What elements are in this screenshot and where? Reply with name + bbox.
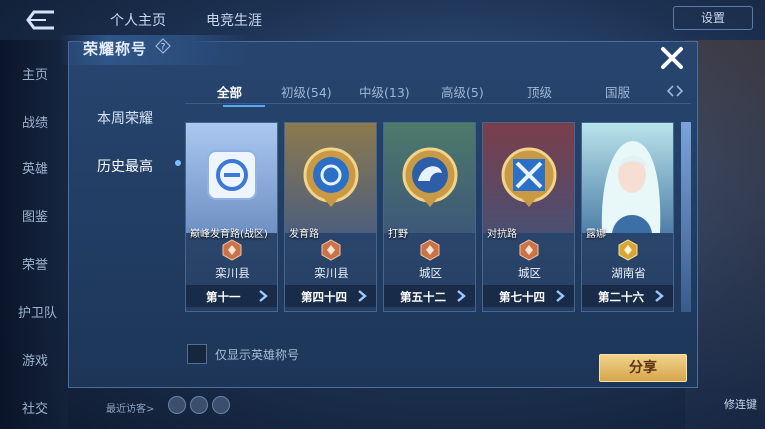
card-rank-row: 第十一 [186,285,277,307]
card-title: 对抗路 [487,229,517,240]
card-region: 栾川县 [215,266,250,280]
tab-intermediate[interactable]: 中级(13) [359,82,410,101]
card-rank-row: 第七十四 [483,285,574,307]
tab-senior[interactable]: 高级(5) [441,82,484,101]
hero-portrait-luna [582,123,673,233]
bg-tab-esports[interactable]: 电竞生涯 [206,10,262,30]
visitor-avatar-icon[interactable] [190,396,208,414]
tier-emblem-icon [321,239,341,261]
nav-item-guard[interactable]: 护卫队 [18,302,57,321]
card-rank-row: 第五十二 [384,285,475,307]
card-title: 露娜 [586,229,606,240]
tier-emblem-icon [222,239,242,261]
bg-tab-profile[interactable]: 个人主页 [110,10,166,30]
nav-item-games[interactable]: 游戏 [22,350,48,369]
card-rank: 第十一 [206,290,241,304]
card-rank: 第五十二 [400,290,446,304]
card-title: 巅峰发育路(战区) [190,229,268,240]
card-rank-row: 第四十四 [285,285,376,307]
marksman-lane-icon [285,123,376,233]
card-region: 城区 [518,266,541,280]
settings-button[interactable]: 设置 [673,6,753,30]
jungle-dragon-icon [384,123,475,233]
sidebar-item-history-best[interactable]: 历史最高 [97,156,153,176]
recent-visitors-link[interactable]: 最近访客> [106,400,154,415]
tier-emblem-icon [618,239,638,261]
tab-all[interactable]: 全部 [217,82,242,101]
sidebar-item-this-week[interactable]: 本周荣耀 [97,108,153,128]
peak-lane-icon [186,123,277,233]
honor-card[interactable]: 露娜 湖南省 第二十六 [581,122,674,312]
honor-card[interactable]: 巅峰发育路(战区) 栾川县 第十一 [185,122,278,312]
card-rank: 第二十六 [598,290,644,304]
chevron-right-icon[interactable] [258,290,268,302]
honor-card[interactable]: 对抗路 城区 第七十四 [482,122,575,312]
back-arrow-icon[interactable] [24,8,60,32]
chevron-right-icon[interactable] [456,290,466,302]
clash-lane-icon [483,123,574,233]
bg-right-label: 修连键 [724,398,757,411]
card-region: 城区 [419,266,442,280]
card-region: 湖南省 [611,266,646,280]
honor-titles-dialog: 荣耀称号 ? 本周荣耀 历史最高 全部 初级(54) 中级(13) 高级(5) … [59,35,698,388]
hero-title-checkbox[interactable] [187,344,207,364]
next-card-peek[interactable] [681,122,691,312]
card-title: 发育路 [289,229,319,240]
dialog-title-bar: 荣耀称号 ? [59,35,249,65]
nav-item-records[interactable]: 战绩 [22,112,48,131]
nav-item-honor[interactable]: 荣誉 [22,254,48,273]
filter-label: 仅显示英雄称号 [215,348,300,362]
help-icon[interactable]: ? [155,38,171,54]
honor-card[interactable]: 打野 城区 第五十二 [383,122,476,312]
card-title: 打野 [388,229,408,240]
background-left-nav: 主页 战绩 英雄 图鉴 荣誉 护卫队 游戏 社交 [0,40,68,429]
tier-emblem-icon [519,239,539,261]
background-topbar: 个人主页 电竞生涯 设置 [0,0,765,40]
visitor-avatar-icon[interactable] [168,396,186,414]
card-region: 栾川县 [314,266,349,280]
nav-item-heroes[interactable]: 英雄 [22,158,48,177]
dialog-title: 荣耀称号 [83,40,148,58]
nav-item-codex[interactable]: 图鉴 [22,206,48,225]
card-rank: 第四十四 [301,290,347,304]
tier-emblem-icon [420,239,440,261]
tab-junior[interactable]: 初级(54) [281,82,332,101]
active-marker-icon [175,160,181,166]
nav-item-social[interactable]: 社交 [22,398,48,417]
chevron-right-icon[interactable] [357,290,367,302]
visitor-avatar-icon[interactable] [212,396,230,414]
more-tabs-icon[interactable] [667,84,683,98]
tab-top[interactable]: 顶级 [527,82,552,101]
chevron-right-icon[interactable] [654,290,664,302]
honor-card[interactable]: 发育路 栾川县 第四十四 [284,122,377,312]
chevron-right-icon[interactable] [555,290,565,302]
share-button[interactable]: 分享 [599,354,687,382]
nav-item-home[interactable]: 主页 [22,64,48,83]
svg-text:?: ? [161,43,166,53]
close-icon[interactable] [659,45,685,71]
card-rank-row: 第二十六 [582,285,673,307]
active-tab-underline [223,105,265,107]
tab-national[interactable]: 国服 [605,82,630,101]
category-tabs: 全部 初级(54) 中级(13) 高级(5) 顶级 国服 [185,78,691,104]
card-rank: 第七十四 [499,290,545,304]
